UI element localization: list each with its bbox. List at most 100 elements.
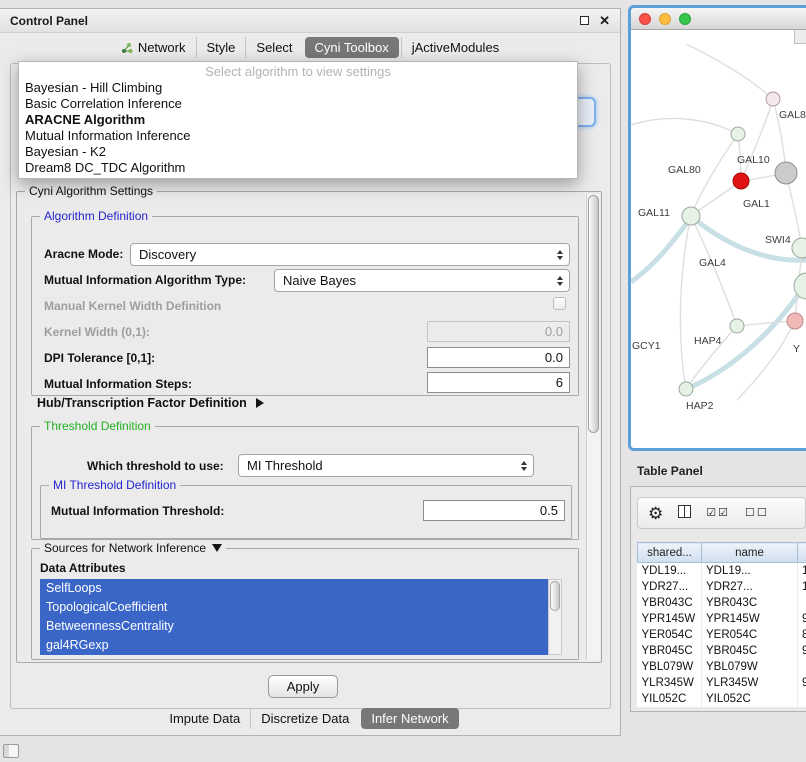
attribute-item[interactable]: gal4RGexp (40, 636, 548, 655)
tab-select[interactable]: Select (245, 37, 302, 58)
tab-jactivemodules[interactable]: jActiveModules (401, 37, 509, 58)
table-row[interactable]: YPR145WYPR145W9. (638, 611, 806, 627)
node-label: GAL8 (779, 109, 806, 121)
sources-group-title: Sources for Network Inference (44, 541, 206, 555)
network-graph: GAL8 GAL80 GAL10 GAL11 GAL1 SWI4 GAL4 GC… (631, 30, 806, 448)
tab-label: jActiveModules (412, 40, 499, 55)
attribute-item[interactable]: BetweennessCentrality (40, 617, 548, 636)
close-panel-icon[interactable]: ✕ (599, 14, 610, 27)
column-header-extra[interactable] (798, 543, 806, 563)
tab-impute-data[interactable]: Impute Data (159, 708, 250, 729)
tab-style[interactable]: Style (196, 37, 246, 58)
apply-button[interactable]: Apply (268, 675, 338, 698)
attribute-item[interactable]: SelfLoops (40, 579, 548, 598)
table-row[interactable]: YDL19...YDL19...13 (638, 563, 806, 579)
mi-algorithm-type-value: Naive Bayes (283, 273, 356, 288)
tab-network[interactable]: Network (111, 37, 196, 58)
network-node-gal11[interactable] (682, 207, 700, 225)
tab-label: Infer Network (371, 711, 448, 726)
mi-steps-field[interactable]: 6 (427, 372, 570, 393)
cell: 8. (798, 627, 806, 643)
network-node[interactable] (766, 92, 780, 106)
algorithm-option[interactable]: Bayesian - Hill Climbing (19, 80, 577, 96)
algorithm-option[interactable]: Bayesian - K2 (19, 144, 577, 160)
column-header-shared-name[interactable]: shared... (638, 543, 702, 563)
which-threshold-select[interactable]: MI Threshold (238, 454, 534, 477)
dpi-tolerance-field[interactable]: 0.0 (427, 347, 570, 368)
mi-algorithm-type-select[interactable]: Naive Bayes (274, 269, 570, 292)
gear-icon[interactable]: ⚙ (648, 505, 663, 522)
cell: YBL079W (702, 659, 798, 675)
column-header-name[interactable]: name (702, 543, 798, 563)
threshold-definition-group: Threshold Definition Which threshold to … (31, 426, 579, 540)
tab-label: Select (256, 40, 292, 55)
algorithm-option[interactable]: Dream8 DC_TDC Algorithm (19, 160, 577, 176)
deselect-all-columns-icon[interactable]: ☐☐ (745, 508, 769, 519)
cell: YBR043C (638, 595, 702, 611)
aracne-mode-select[interactable]: Discovery (130, 243, 570, 266)
network-node-gal1[interactable] (775, 162, 797, 184)
settings-scrollbar[interactable] (586, 194, 600, 660)
manual-kernel-width-checkbox[interactable] (553, 297, 566, 310)
cyni-bottom-tabs: Impute Data Discretize Data Infer Networ… (0, 708, 620, 729)
tab-label: Impute Data (169, 711, 240, 726)
network-canvas[interactable]: GAL8 GAL80 GAL10 GAL11 GAL1 SWI4 GAL4 GC… (631, 30, 806, 448)
float-panel-icon[interactable] (580, 16, 589, 25)
algorithm-option[interactable]: Mutual Information Inference (19, 128, 577, 144)
network-tab-icon (121, 42, 133, 54)
algorithm-option-selected[interactable]: ARACNE Algorithm (19, 112, 577, 128)
attributes-scrollbar[interactable] (548, 579, 562, 655)
cell: YLR345W (638, 675, 702, 691)
mi-threshold-definition-title: MI Threshold Definition (49, 478, 180, 492)
node-label: GAL11 (638, 207, 670, 219)
columns-icon-glyph (678, 505, 691, 518)
table-row[interactable]: YER054CYER054C8. (638, 627, 806, 643)
control-panel-tabs: Network Style Select Cyni Toolbox jActiv… (0, 37, 620, 58)
table-row[interactable]: YLR345WYLR345W9. (638, 675, 806, 691)
kernel-width-field[interactable]: 0.0 (427, 321, 570, 342)
columns-icon[interactable] (678, 505, 691, 522)
combo-arrows-icon (557, 276, 563, 286)
tab-discretize-data[interactable]: Discretize Data (250, 708, 359, 729)
close-button[interactable] (639, 13, 651, 25)
table-header-row: shared... name (638, 543, 806, 563)
algorithm-option[interactable]: Basic Correlation Inference (19, 96, 577, 112)
attributes-scrollbar-thumb[interactable] (550, 581, 560, 611)
network-window-titlebar[interactable] (631, 8, 806, 30)
tab-label: Style (207, 40, 236, 55)
algorithm-definition-group: Algorithm Definition Aracne Mode: Discov… (31, 216, 579, 396)
network-node-hap4[interactable] (730, 319, 744, 333)
table-row[interactable]: YDR27...YDR27...12 (638, 579, 806, 595)
combo-arrows-icon (521, 461, 527, 471)
table-row[interactable]: YBR045CYBR045C9. (638, 643, 806, 659)
network-node[interactable] (731, 127, 745, 141)
network-node-swi4[interactable] (792, 238, 806, 258)
hub-definition-toggle[interactable]: Hub/Transcription Factor Definition (37, 396, 264, 410)
zoom-button[interactable] (679, 13, 691, 25)
tab-infer-network[interactable]: Infer Network (361, 708, 458, 729)
sources-group-toggle[interactable]: Sources for Network Inference (40, 541, 226, 555)
tab-cyni-toolbox[interactable]: Cyni Toolbox (305, 37, 399, 58)
network-node-gal10[interactable] (733, 173, 749, 189)
node-label: GAL1 (743, 198, 770, 210)
network-node[interactable] (787, 313, 803, 329)
table-row[interactable]: YIL052CYIL052C (638, 691, 806, 707)
node-label: HAP2 (686, 400, 714, 412)
minimize-button[interactable] (659, 13, 671, 25)
data-attributes-list: SelfLoops TopologicalCoefficient Between… (40, 579, 548, 655)
table-row[interactable]: YBL079WYBL079W (638, 659, 806, 675)
mi-threshold-field[interactable]: 0.5 (423, 500, 565, 521)
network-node-hap2[interactable] (679, 382, 693, 396)
table-row[interactable]: YBR043CYBR043C (638, 595, 806, 611)
select-all-columns-icon[interactable]: ☑☑ (706, 508, 730, 519)
table-panel-toolbar: ⚙ ☑☑ ☐☐ (637, 497, 806, 529)
node-label: Y (793, 343, 800, 355)
hub-definition-label: Hub/Transcription Factor Definition (37, 396, 247, 410)
settings-scrollbar-thumb[interactable] (588, 195, 599, 433)
panel-toggle-icon[interactable] (3, 744, 19, 758)
cell: YPR145W (702, 611, 798, 627)
node-table: shared... name YDL19...YDL19...13 YDR27.… (637, 542, 806, 707)
algorithm-prompt: Select algorithm to view settings (19, 64, 577, 80)
cell (798, 659, 806, 675)
attribute-item[interactable]: TopologicalCoefficient (40, 598, 548, 617)
